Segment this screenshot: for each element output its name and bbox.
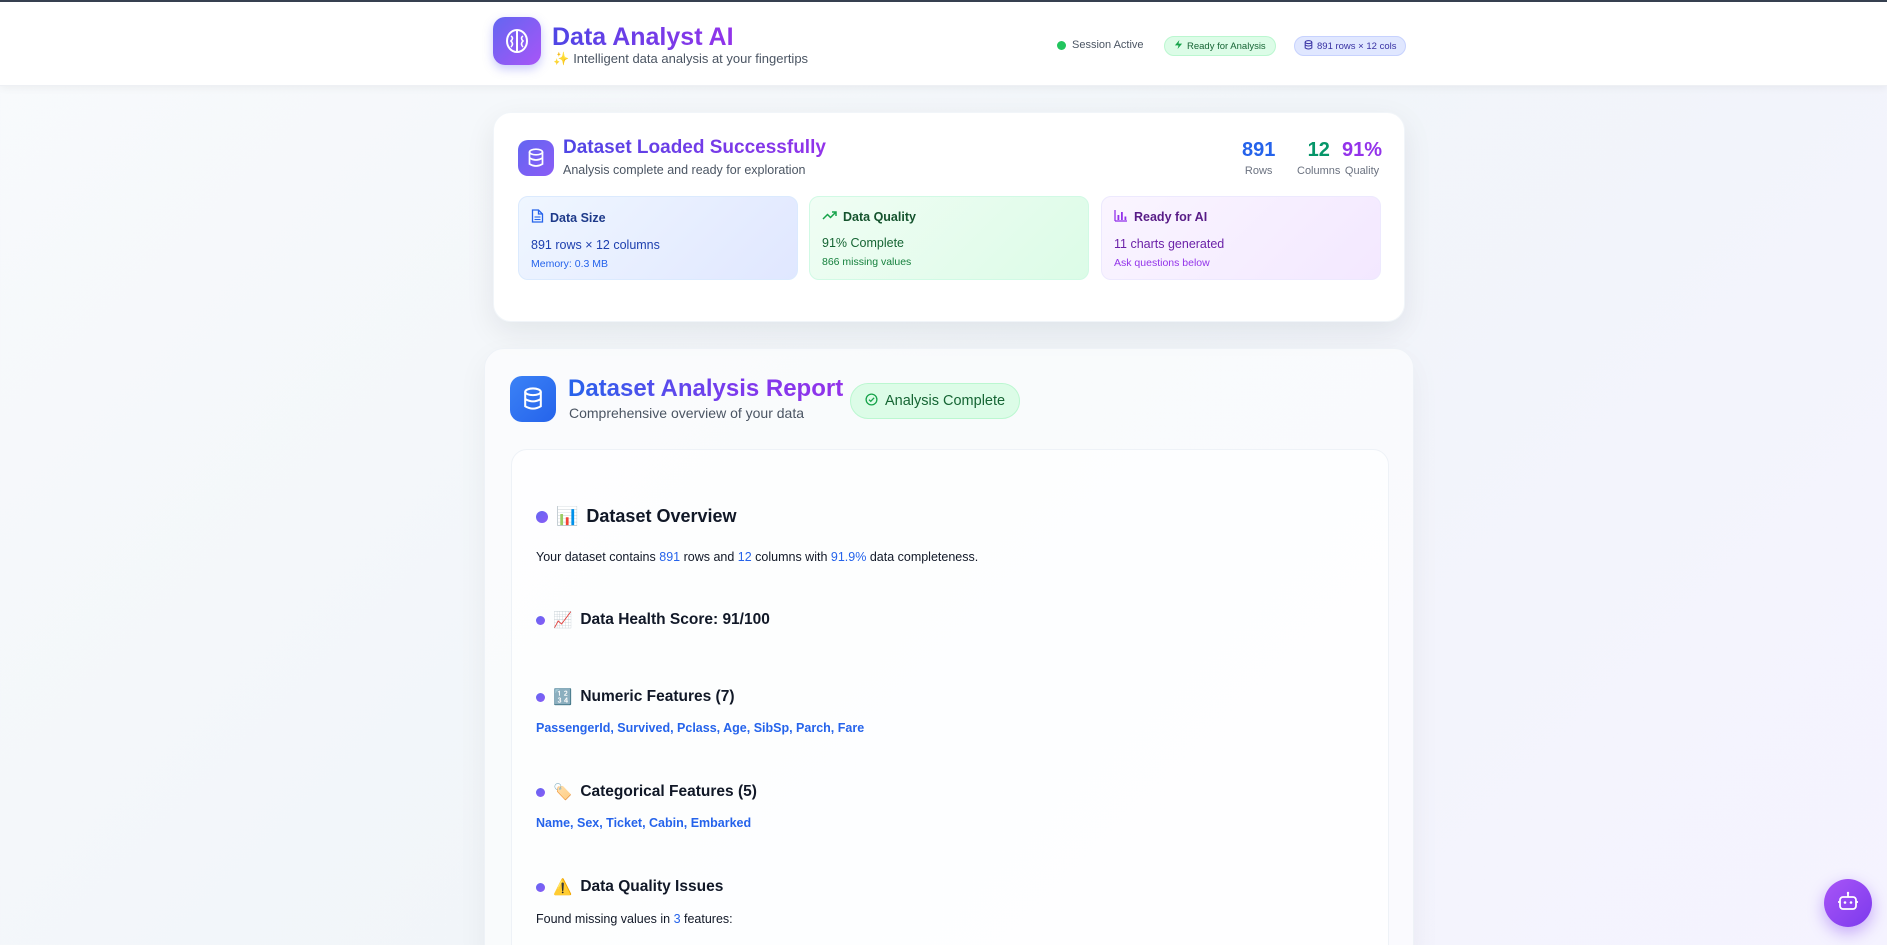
tile-note: Memory: 0.3 MB xyxy=(531,258,609,270)
section-heading: Data Health Score: 91/100 xyxy=(580,611,770,628)
ai-assistant-button[interactable] xyxy=(1824,879,1872,927)
zap-icon xyxy=(1174,40,1183,52)
tile-line: 91% Complete xyxy=(822,236,904,250)
stat-label: Rows xyxy=(1244,165,1273,177)
app-title: Data Analyst AI xyxy=(552,23,734,51)
dataset-loaded-card: Dataset Loaded Successfully Analysis com… xyxy=(493,112,1405,322)
section-heading: Categorical Features (5) xyxy=(580,783,757,800)
stat-columns: 12 Columns xyxy=(1297,139,1340,177)
bar-chart-emoji-icon: 📊 xyxy=(556,506,579,527)
bullet-icon xyxy=(536,692,545,702)
data-quality-tile: Data Quality 91% Complete 866 missing va… xyxy=(809,196,1089,280)
brain-icon xyxy=(493,17,541,65)
tile-note: Ask questions below xyxy=(1114,257,1210,269)
stat-rows: 891 Rows xyxy=(1242,139,1275,177)
stat-value: 12 xyxy=(1307,139,1330,161)
app-header: Data Analyst AI ✨ Intelligent data analys… xyxy=(0,2,1887,86)
section-heading: Data Quality Issues xyxy=(580,878,724,895)
data-size-tile: Data Size 891 rows × 12 columns Memory: … xyxy=(518,196,798,280)
stat-value: 891 xyxy=(1242,139,1276,161)
report-title: Dataset Analysis Report xyxy=(568,375,844,402)
analysis-complete-badge: Analysis Complete xyxy=(850,383,1021,419)
warning-emoji-icon: ⚠️ xyxy=(553,878,573,896)
session-status: Session Active xyxy=(1057,39,1144,51)
dataset-loaded-title: Dataset Loaded Successfully xyxy=(563,137,826,158)
status-dot-icon xyxy=(1057,40,1066,50)
numeric-feature-list: PassengerId, Survived, Pclass, Age, SibS… xyxy=(536,721,865,735)
section-heading: Dataset Overview xyxy=(586,506,737,526)
bot-icon xyxy=(1837,891,1859,916)
stat-label: Columns xyxy=(1297,165,1341,177)
tile-note: 866 missing values xyxy=(822,256,912,268)
bullet-icon xyxy=(536,787,545,797)
check-circle-icon xyxy=(865,392,878,410)
bullet-icon xyxy=(536,510,548,523)
section-heading: Numeric Features (7) xyxy=(580,688,735,705)
issues-text: Found missing values in 3 features: xyxy=(536,912,733,926)
row-count: 891 xyxy=(659,550,681,564)
section-dataset-overview: 📊 Dataset Overview xyxy=(536,506,737,527)
database-icon xyxy=(1304,39,1313,53)
bullet-icon xyxy=(536,882,545,892)
tile-title: Ready for AI xyxy=(1134,210,1208,224)
column-count: 12 xyxy=(737,550,752,564)
dims-badge: 891 rows × 12 cols xyxy=(1294,36,1407,56)
tile-title: Data Quality xyxy=(843,209,916,224)
ready-badge: Ready for Analysis xyxy=(1164,36,1276,56)
bar-chart-icon xyxy=(1114,209,1128,225)
chart-increasing-emoji-icon: 📈 xyxy=(553,611,573,629)
overview-text: Your dataset contains 891 rows and 12 co… xyxy=(536,550,979,564)
section-categorical-features: 🏷️ Categorical Features (5) xyxy=(536,783,757,801)
sparkles-icon: ✨ xyxy=(553,51,570,66)
analysis-report-card: Dataset Analysis Report Comprehensive ov… xyxy=(484,348,1414,945)
tile-line: 11 charts generated xyxy=(1114,237,1225,251)
report-body: 📊 Dataset Overview Your dataset contains… xyxy=(511,449,1389,945)
database-icon xyxy=(510,376,556,422)
completeness-value: 91.9% xyxy=(830,550,867,564)
section-data-health: 📈 Data Health Score: 91/100 xyxy=(536,611,770,629)
app-subtitle: ✨ Intelligent data analysis at your finge… xyxy=(553,51,809,66)
ready-for-ai-tile: Ready for AI 11 charts generated Ask que… xyxy=(1101,196,1381,280)
issues-count: 3 xyxy=(673,912,681,926)
tile-line: 891 rows × 12 columns xyxy=(531,238,660,252)
numbers-emoji-icon: 🔢 xyxy=(553,688,573,706)
trending-up-icon xyxy=(822,209,837,224)
section-data-quality-issues: ⚠️ Data Quality Issues xyxy=(536,878,723,896)
label-emoji-icon: 🏷️ xyxy=(553,783,573,801)
tile-title: Data Size xyxy=(550,210,606,225)
stat-label: Quality xyxy=(1344,165,1380,177)
stat-value: 91% xyxy=(1342,139,1383,161)
stat-quality: 91% Quality xyxy=(1342,139,1382,177)
database-icon xyxy=(518,140,554,176)
report-subtitle: Comprehensive overview of your data xyxy=(569,405,805,421)
categorical-feature-list: Name, Sex, Ticket, Cabin, Embarked xyxy=(536,816,752,830)
file-text-icon xyxy=(531,209,544,226)
dataset-loaded-subtitle: Analysis complete and ready for explorat… xyxy=(563,163,806,177)
section-numeric-features: 🔢 Numeric Features (7) xyxy=(536,688,735,706)
bullet-icon xyxy=(536,615,545,625)
